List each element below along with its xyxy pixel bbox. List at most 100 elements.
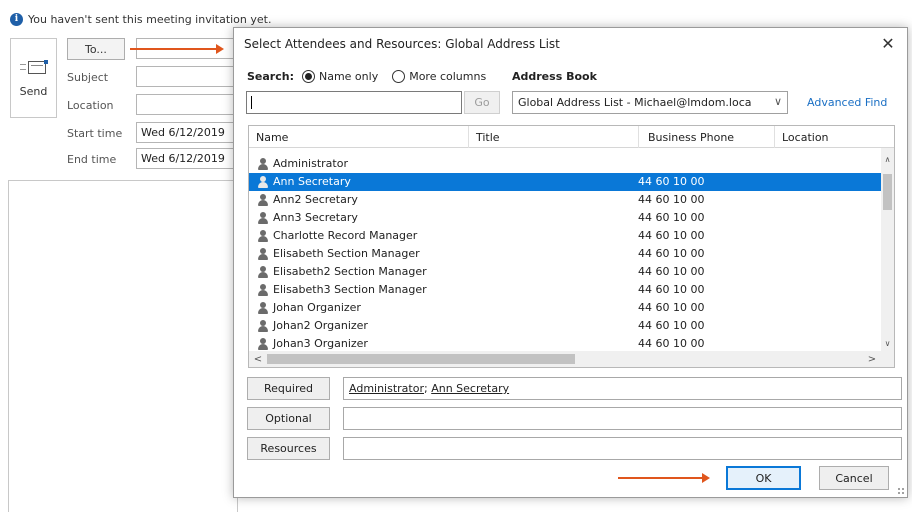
list-row[interactable]: Johan2 Organizer 44 60 10 00	[249, 317, 883, 335]
person-icon	[258, 320, 268, 332]
row-business-phone: 44 60 10 00	[638, 319, 705, 332]
resources-field[interactable]	[343, 437, 902, 460]
info-bar: i You haven't sent this meeting invitati…	[10, 10, 271, 28]
row-name: Johan Organizer	[273, 301, 361, 314]
search-input[interactable]	[246, 91, 462, 114]
more-columns-radio[interactable]	[392, 70, 406, 83]
list-row[interactable]: Elisabeth Section Manager 44 60 10 00	[249, 245, 883, 263]
row-business-phone: 44 60 10 00	[638, 337, 705, 350]
list-header: Name Title Business Phone Location	[249, 126, 894, 148]
person-icon	[258, 194, 268, 206]
person-icon	[258, 158, 268, 170]
resize-grip-icon[interactable]	[897, 487, 905, 495]
row-business-phone: 44 60 10 00	[638, 175, 705, 188]
row-name: Administrator	[273, 157, 348, 170]
row-name: Ann Secretary	[273, 175, 351, 188]
end-date-field[interactable]: Wed 6/12/2019	[136, 148, 236, 169]
cancel-button[interactable]: Cancel	[819, 466, 889, 490]
row-name: Ann3 Secretary	[273, 211, 358, 224]
optional-field[interactable]	[343, 407, 902, 430]
advanced-find-link[interactable]: Advanced Find	[807, 96, 887, 109]
column-header-business-phone[interactable]: Business Phone	[639, 126, 775, 148]
resources-button[interactable]: Resources	[247, 437, 330, 460]
person-icon	[258, 338, 268, 350]
list-row[interactable]: Elisabeth3 Section Manager 44 60 10 00	[249, 281, 883, 299]
scroll-down-icon[interactable]: ∨	[881, 336, 894, 350]
search-options: Search: Name only More columns	[247, 70, 486, 83]
close-icon[interactable]: ✕	[877, 32, 899, 54]
required-button[interactable]: Required	[247, 377, 330, 400]
name-only-label[interactable]: Name only	[319, 70, 378, 83]
row-name: Elisabeth2 Section Manager	[273, 265, 427, 278]
row-name: Johan3 Organizer	[273, 337, 368, 350]
to-button[interactable]: To...	[67, 38, 125, 60]
info-icon: i	[10, 12, 23, 26]
row-name: Ann2 Secretary	[273, 193, 358, 206]
required-field[interactable]: Administrator; Ann Secretary	[343, 377, 902, 400]
address-book-select[interactable]: Global Address List - Michael@lmdom.loca…	[512, 91, 788, 114]
horizontal-scroll-thumb[interactable]	[267, 354, 575, 364]
column-header-name[interactable]: Name	[249, 126, 469, 148]
person-icon	[258, 176, 268, 188]
scroll-left-icon[interactable]: <	[251, 352, 265, 366]
list-row[interactable]: Ann Secretary 44 60 10 00	[249, 173, 883, 191]
row-business-phone: 44 60 10 00	[638, 301, 705, 314]
location-field[interactable]	[136, 94, 236, 115]
dialog-title: Select Attendees and Resources: Global A…	[244, 37, 560, 51]
person-icon	[258, 284, 268, 296]
row-business-phone: 44 60 10 00	[638, 265, 705, 278]
list-row[interactable]: Elisabeth2 Section Manager 44 60 10 00	[249, 263, 883, 281]
person-icon	[258, 212, 268, 224]
required-entry[interactable]: Administrator	[349, 382, 424, 395]
row-name: Johan2 Organizer	[273, 319, 368, 332]
row-business-phone: 44 60 10 00	[638, 283, 705, 296]
location-label: Location	[67, 99, 114, 112]
ok-button[interactable]: OK	[726, 466, 801, 490]
name-only-radio[interactable]	[301, 70, 315, 83]
list-row[interactable]: Administrator	[249, 155, 883, 173]
go-button[interactable]: Go	[464, 91, 500, 114]
meeting-body[interactable]	[8, 180, 238, 512]
list-rows: Administrator Ann Secretary 44 60 10 00 Ann…	[249, 155, 883, 353]
column-header-location[interactable]: Location	[775, 126, 894, 148]
send-icon	[19, 59, 48, 77]
subject-label: Subject	[67, 71, 109, 84]
search-label: Search:	[247, 70, 294, 83]
scroll-right-icon[interactable]: >	[865, 352, 879, 366]
chevron-down-icon: ∨	[773, 95, 782, 108]
horizontal-scrollbar[interactable]: < >	[249, 351, 883, 367]
person-icon	[258, 230, 268, 242]
row-business-phone: 44 60 10 00	[638, 211, 705, 224]
row-business-phone: 44 60 10 00	[638, 247, 705, 260]
scroll-up-icon[interactable]: ∧	[881, 152, 894, 166]
annotation-arrow-to	[130, 44, 224, 54]
row-name: Elisabeth Section Manager	[273, 247, 420, 260]
address-book-label: Address Book	[512, 70, 597, 83]
vertical-scrollbar[interactable]: ∧ ∨	[881, 148, 894, 352]
start-date-field[interactable]: Wed 6/12/2019	[136, 122, 236, 143]
info-bar-text: You haven't sent this meeting invitation…	[28, 12, 272, 26]
required-entry[interactable]: Ann Secretary	[431, 382, 509, 395]
row-name: Charlotte Record Manager	[273, 229, 418, 242]
list-row[interactable]: Charlotte Record Manager 44 60 10 00	[249, 227, 883, 245]
optional-button[interactable]: Optional	[247, 407, 330, 430]
text-caret	[251, 96, 252, 109]
end-time-label: End time	[67, 153, 117, 166]
list-row[interactable]: Ann3 Secretary 44 60 10 00	[249, 209, 883, 227]
send-button[interactable]: Send	[10, 38, 57, 118]
list-row[interactable]: Ann2 Secretary 44 60 10 00	[249, 191, 883, 209]
column-header-title[interactable]: Title	[469, 126, 639, 148]
row-business-phone: 44 60 10 00	[638, 193, 705, 206]
list-row[interactable]: Johan Organizer 44 60 10 00	[249, 299, 883, 317]
start-time-label: Start time	[67, 127, 123, 140]
address-list[interactable]: Name Title Business Phone Location Admin…	[248, 125, 895, 368]
row-name: Elisabeth3 Section Manager	[273, 283, 427, 296]
scroll-corner	[881, 351, 894, 367]
subject-field[interactable]	[136, 66, 236, 87]
annotation-arrow-ok	[618, 473, 710, 483]
vertical-scroll-thumb[interactable]	[883, 174, 892, 210]
select-attendees-dialog: Select Attendees and Resources: Global A…	[233, 27, 908, 498]
address-book-value: Global Address List - Michael@lmdom.loca	[518, 96, 752, 109]
person-icon	[258, 248, 268, 260]
more-columns-label[interactable]: More columns	[409, 70, 486, 83]
